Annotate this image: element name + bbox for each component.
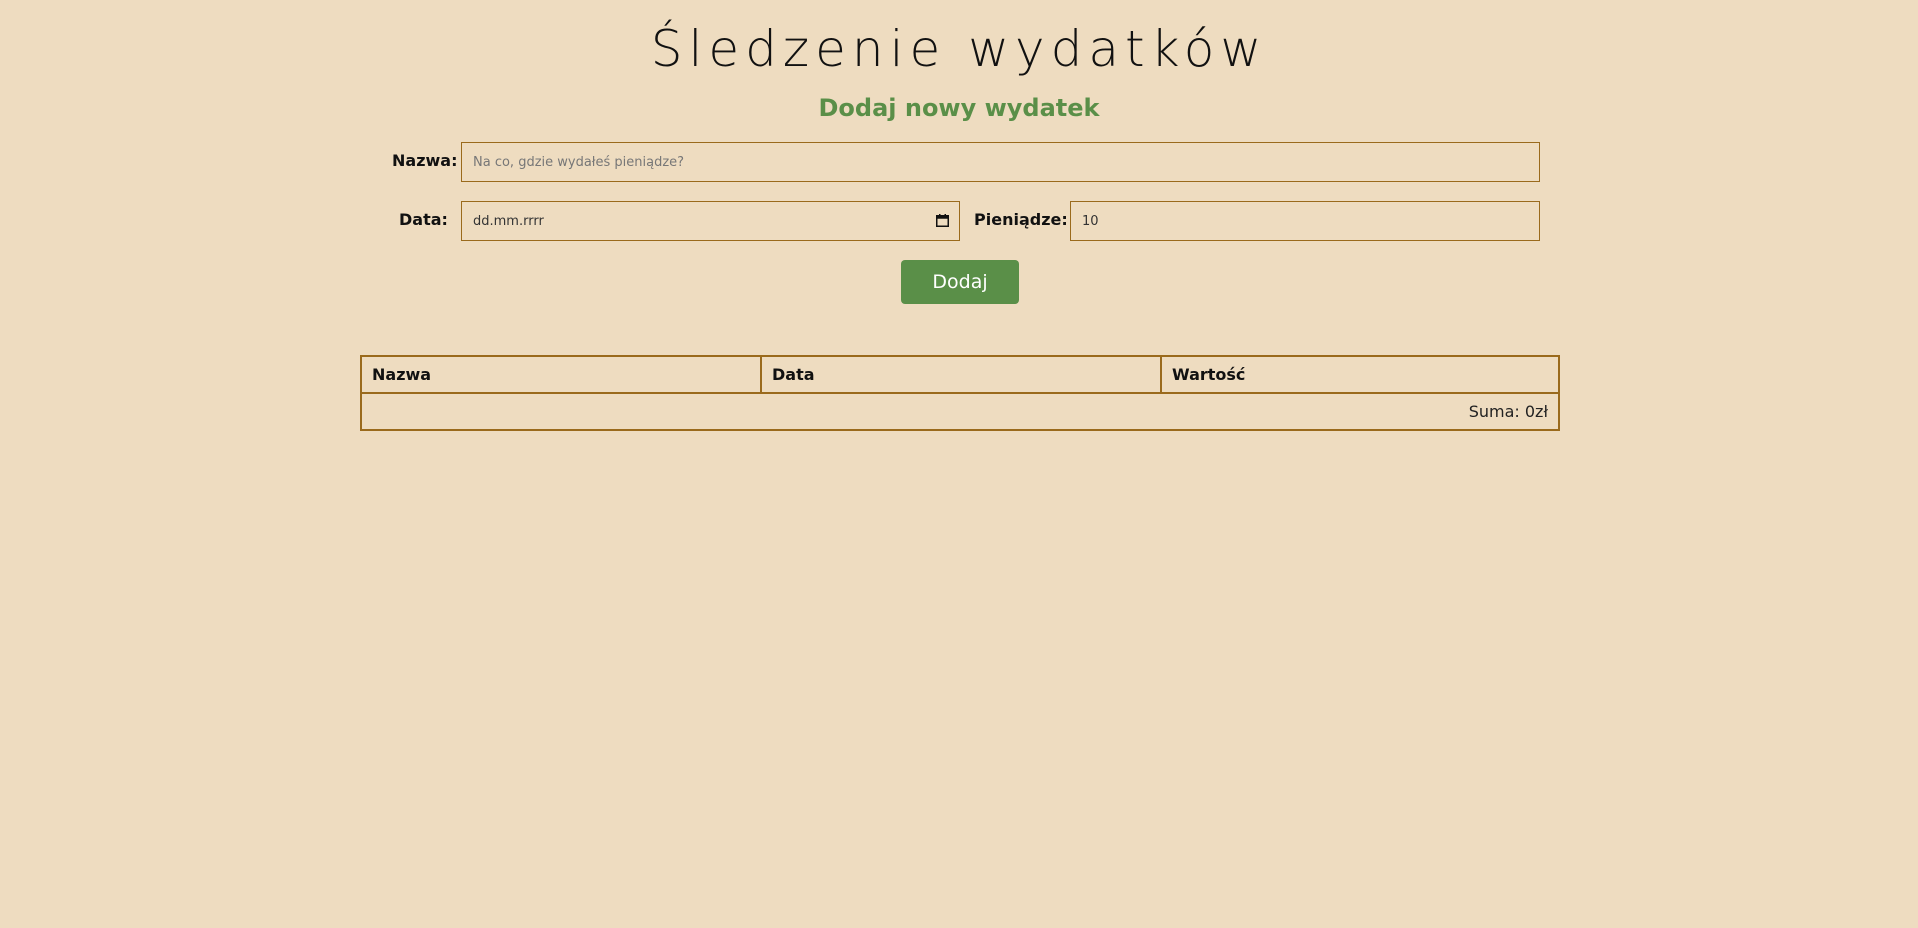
date-input[interactable]: dd.mm.rrrr xyxy=(461,201,960,241)
column-header-value: Wartość xyxy=(1160,355,1560,394)
form-heading: Dodaj nowy wydatek xyxy=(818,94,1100,122)
expenses-table: Nazwa Data Wartość Suma: 0zł xyxy=(360,355,1560,431)
money-input[interactable]: 10 xyxy=(1070,201,1540,241)
money-input-value: 10 xyxy=(1082,213,1099,229)
table-header-row: Nazwa Data Wartość xyxy=(360,355,1560,394)
add-button[interactable]: Dodaj xyxy=(901,260,1019,304)
column-header-date: Data xyxy=(760,355,1162,394)
date-input-placeholder: dd.mm.rrrr xyxy=(473,213,544,229)
page: Śledzenie wydatków Dodaj nowy wydatek Na… xyxy=(0,0,1918,928)
date-label: Data: xyxy=(399,210,448,229)
name-label: Nazwa: xyxy=(392,151,458,170)
calendar-icon[interactable] xyxy=(936,214,949,227)
money-label: Pieniądze: xyxy=(974,210,1068,229)
table-total-row: Suma: 0zł xyxy=(360,392,1560,431)
name-input-placeholder: Na co, gdzie wydałeś pieniądze? xyxy=(473,154,685,170)
page-title: Śledzenie wydatków xyxy=(650,20,1268,78)
column-header-name: Nazwa xyxy=(360,355,762,394)
total-sum: Suma: 0zł xyxy=(360,392,1560,431)
name-input[interactable]: Na co, gdzie wydałeś pieniądze? xyxy=(461,142,1540,182)
